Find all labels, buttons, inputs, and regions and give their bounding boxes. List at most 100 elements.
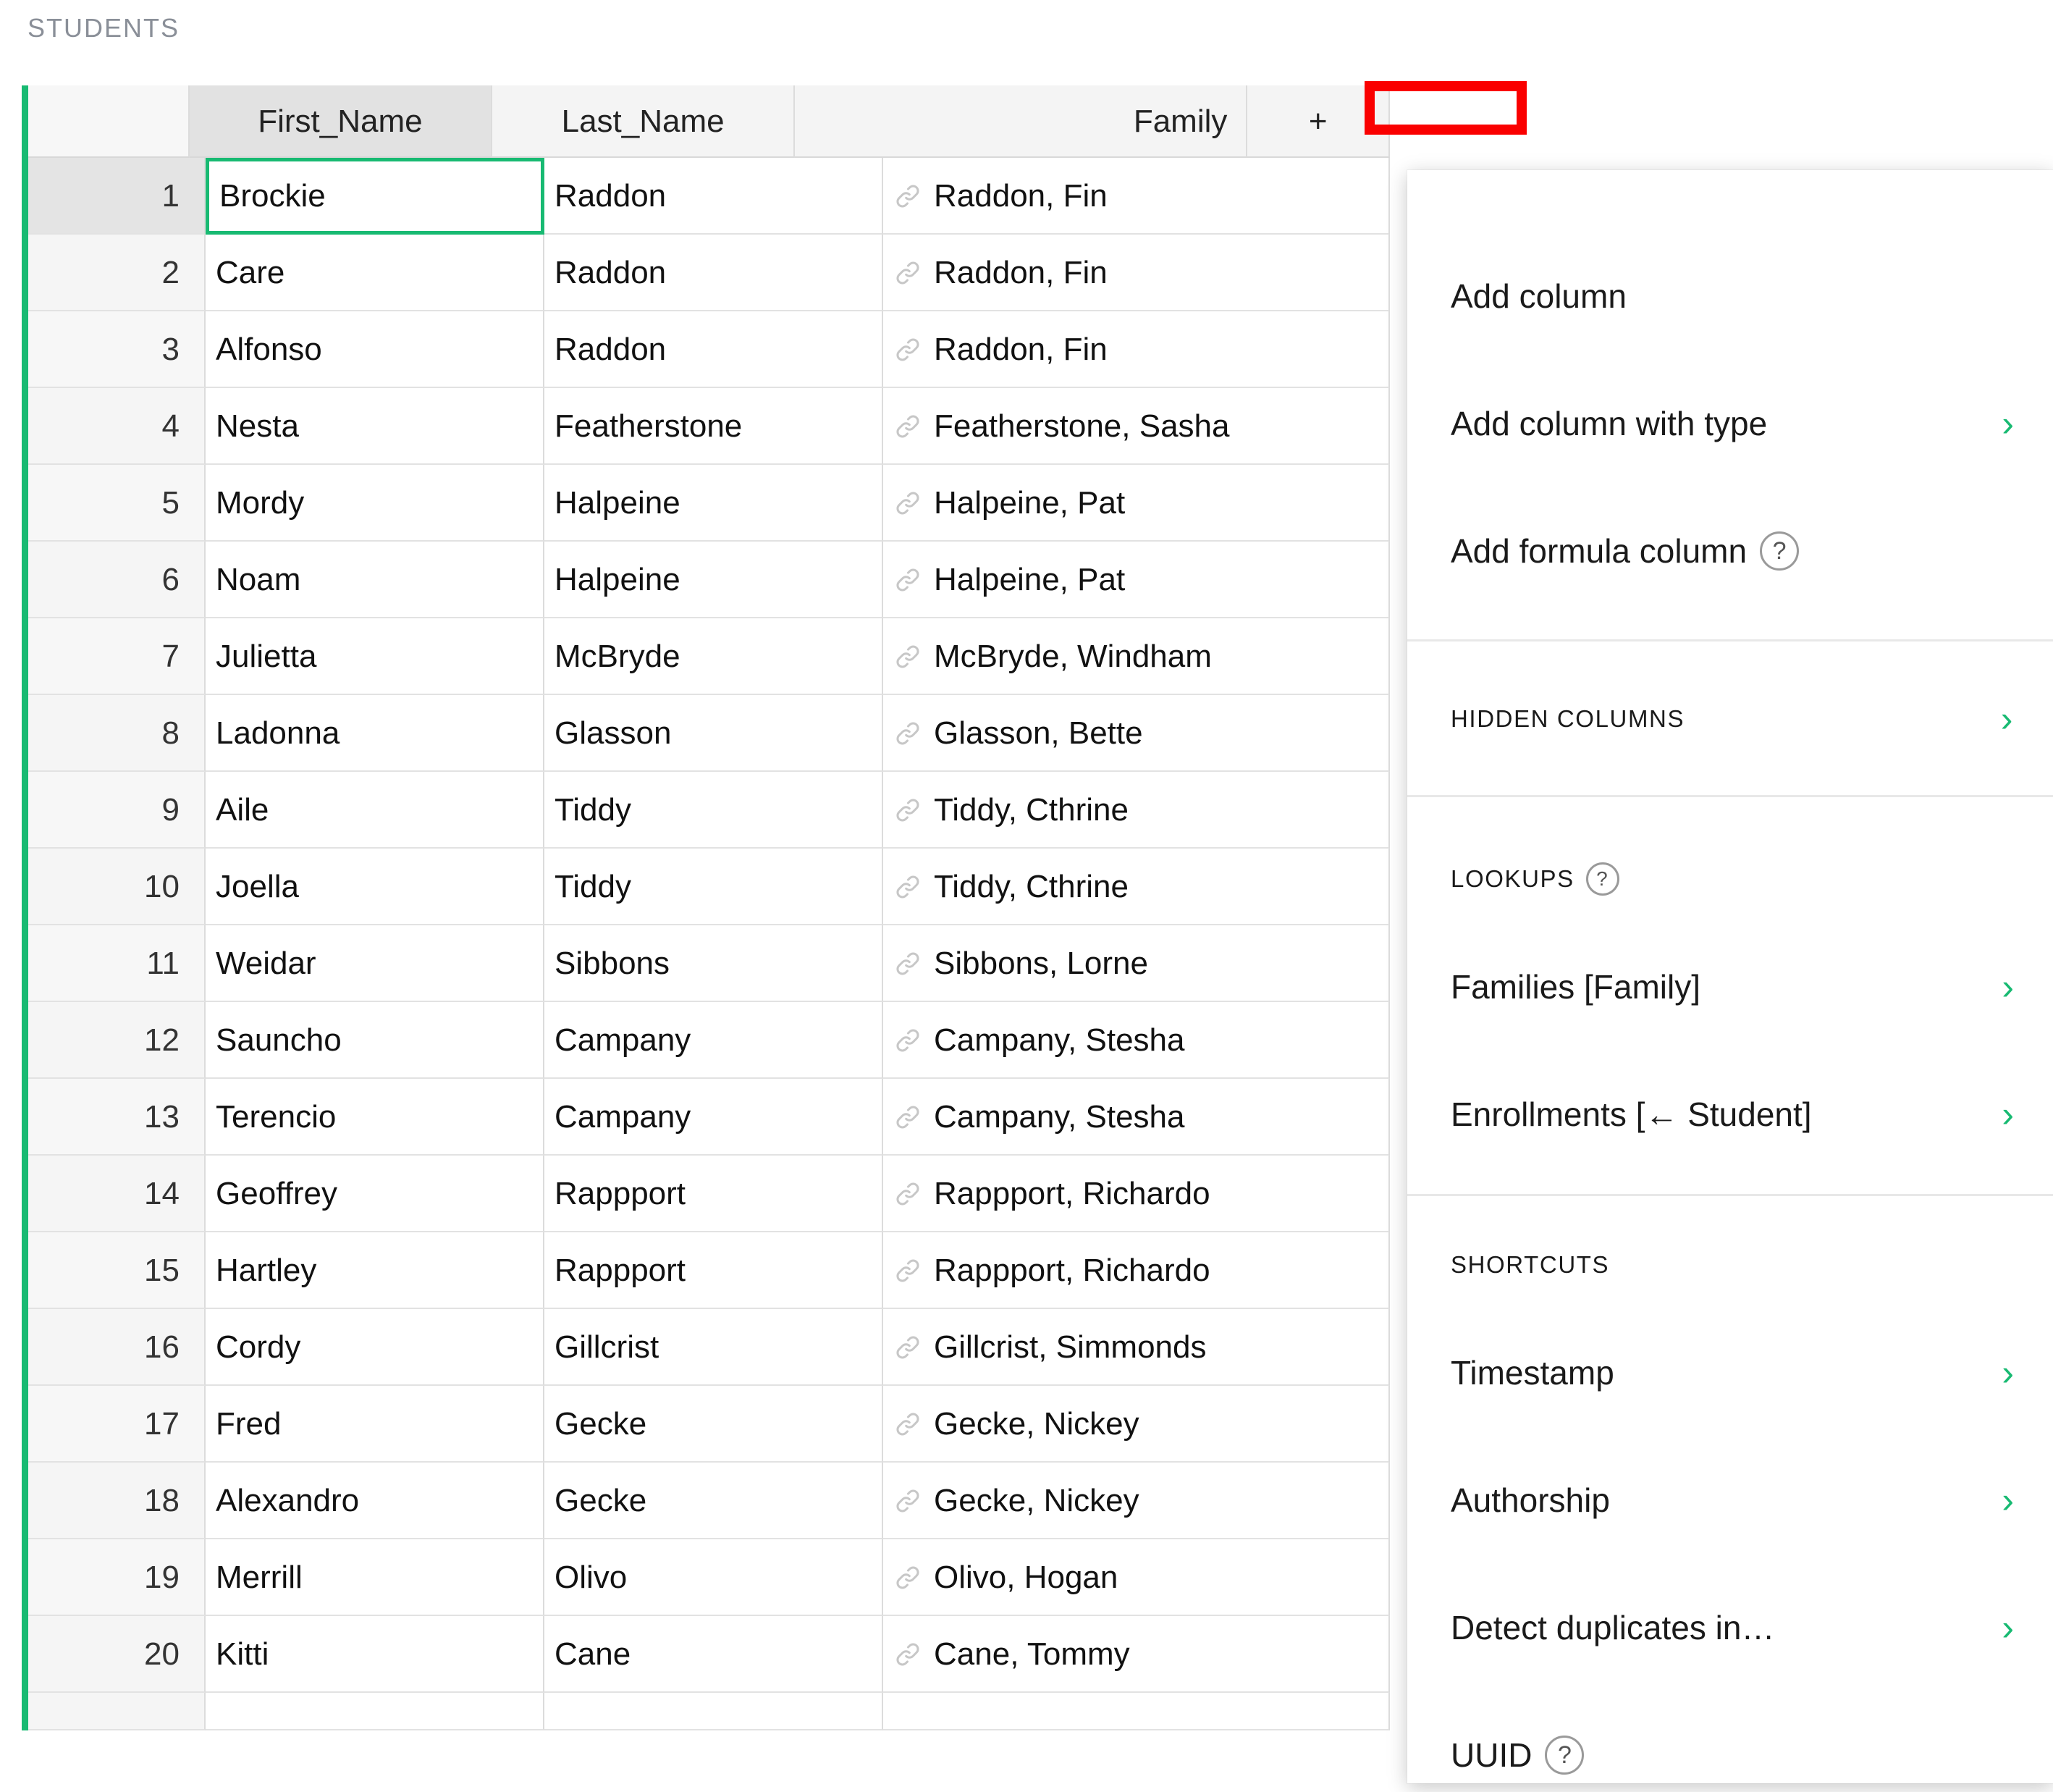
row-number[interactable]: 13 xyxy=(28,1079,206,1156)
cell-family[interactable]: Gecke, Nickey xyxy=(883,1386,1390,1463)
table-row[interactable]: 16 Cordy Gillcrist Gillcrist, Simmonds xyxy=(28,1309,1390,1386)
cell-first-name[interactable]: Alexandro xyxy=(206,1463,544,1539)
new-record-last-name[interactable] xyxy=(544,1693,883,1730)
add-column-menu[interactable]: Add column Add column with type › Add formu… xyxy=(1407,170,2053,1783)
row-number[interactable]: 9 xyxy=(28,772,206,849)
menu-item-add-formula-column[interactable]: Add formula column? xyxy=(1407,487,2053,615)
cell-first-name[interactable]: Terencio xyxy=(206,1079,544,1156)
table-row[interactable]: 13 Terencio Campany Campany, Stesha xyxy=(28,1079,1390,1156)
cell-family[interactable]: Halpeine, Pat xyxy=(883,542,1390,618)
menu-item-add-column-with-type[interactable]: Add column with type › xyxy=(1407,360,2053,487)
cell-family[interactable]: McBryde, Windham xyxy=(883,618,1390,695)
cell-family[interactable]: Olivo, Hogan xyxy=(883,1539,1390,1616)
cell-family[interactable]: Tiddy, Cthrine xyxy=(883,772,1390,849)
column-header-family[interactable]: Family xyxy=(795,85,1248,158)
table-row[interactable]: 14 Geoffrey Rappport Rappport, Richardo xyxy=(28,1156,1390,1232)
menu-item-uuid[interactable]: UUID? xyxy=(1407,1691,2053,1783)
cell-first-name[interactable]: Hartley xyxy=(206,1232,544,1309)
table-row[interactable]: 7 Julietta McBryde McBryde, Windham xyxy=(28,618,1390,695)
row-number[interactable]: 17 xyxy=(28,1386,206,1463)
cell-last-name[interactable]: Olivo xyxy=(544,1539,883,1616)
table-row[interactable]: 8 Ladonna Glasson Glasson, Bette xyxy=(28,695,1390,772)
row-number[interactable]: 4 xyxy=(28,388,206,465)
cell-last-name[interactable]: Gillcrist xyxy=(544,1309,883,1386)
table-row[interactable]: 5 Mordy Halpeine Halpeine, Pat xyxy=(28,465,1390,542)
row-number[interactable]: 2 xyxy=(28,235,206,311)
cell-last-name[interactable]: Rappport xyxy=(544,1156,883,1232)
menu-item-enrollments-student[interactable]: Enrollments [← Student] › xyxy=(1407,1051,2053,1178)
cell-first-name[interactable]: Noam xyxy=(206,542,544,618)
cell-last-name[interactable]: Rappport xyxy=(544,1232,883,1309)
cell-family[interactable]: Gillcrist, Simmonds xyxy=(883,1309,1390,1386)
table-row[interactable]: 17 Fred Gecke Gecke, Nickey xyxy=(28,1386,1390,1463)
cell-first-name[interactable]: Ladonna xyxy=(206,695,544,772)
cell-first-name[interactable]: Care xyxy=(206,235,544,311)
column-header-last-name[interactable]: Last_Name xyxy=(492,85,796,158)
cell-first-name[interactable]: Geoffrey xyxy=(206,1156,544,1232)
row-number[interactable]: 14 xyxy=(28,1156,206,1232)
cell-family[interactable]: Gecke, Nickey xyxy=(883,1463,1390,1539)
column-header-first-name[interactable]: First_Name xyxy=(189,85,493,158)
cell-last-name[interactable]: Glasson xyxy=(544,695,883,772)
cell-family[interactable]: Tiddy, Cthrine xyxy=(883,849,1390,925)
cell-first-name[interactable]: Kitti xyxy=(206,1616,544,1693)
row-number[interactable]: 11 xyxy=(28,925,206,1002)
table-row[interactable]: 1 Brockie Raddon Raddon, Fin xyxy=(28,158,1390,235)
cell-family[interactable]: Raddon, Fin xyxy=(883,311,1390,388)
cell-first-name[interactable]: Fred xyxy=(206,1386,544,1463)
cell-last-name[interactable]: Sibbons xyxy=(544,925,883,1002)
cell-last-name[interactable]: Campany xyxy=(544,1002,883,1079)
table-row[interactable]: 12 Sauncho Campany Campany, Stesha xyxy=(28,1002,1390,1079)
table-row[interactable]: 15 Hartley Rappport Rappport, Richardo xyxy=(28,1232,1390,1309)
table-row[interactable]: 2 Care Raddon Raddon, Fin xyxy=(28,235,1390,311)
row-number[interactable]: 18 xyxy=(28,1463,206,1539)
cell-first-name[interactable]: Julietta xyxy=(206,618,544,695)
menu-item-families-family[interactable]: Families [Family] › xyxy=(1407,923,2053,1051)
cell-last-name[interactable]: Gecke xyxy=(544,1386,883,1463)
row-number[interactable]: 5 xyxy=(28,465,206,542)
menu-item-add-column[interactable]: Add column xyxy=(1407,232,2053,360)
cell-first-name[interactable]: Joella xyxy=(206,849,544,925)
help-icon[interactable]: ? xyxy=(1585,862,1619,896)
table-row[interactable]: 6 Noam Halpeine Halpeine, Pat xyxy=(28,542,1390,618)
cell-last-name[interactable]: Raddon xyxy=(544,311,883,388)
menu-item-authorship[interactable]: Authorship › xyxy=(1407,1436,2053,1564)
cell-last-name[interactable]: Halpeine xyxy=(544,542,883,618)
table-row[interactable]: 20 Kitti Cane Cane, Tommy xyxy=(28,1616,1390,1693)
menu-item-lookups[interactable]: LOOKUPS? xyxy=(1407,835,2053,923)
cell-family[interactable]: Campany, Stesha xyxy=(883,1079,1390,1156)
row-number[interactable]: 7 xyxy=(28,618,206,695)
add-column-button[interactable]: + xyxy=(1247,85,1390,158)
help-icon[interactable]: ? xyxy=(1545,1736,1585,1775)
cell-last-name[interactable]: Cane xyxy=(544,1616,883,1693)
table-row[interactable]: 10 Joella Tiddy Tiddy, Cthrine xyxy=(28,849,1390,925)
cell-last-name[interactable]: Raddon xyxy=(544,235,883,311)
menu-item-detect-duplicates-in[interactable]: Detect duplicates in… › xyxy=(1407,1564,2053,1691)
cell-last-name[interactable]: Raddon xyxy=(544,158,883,235)
row-number[interactable]: 16 xyxy=(28,1309,206,1386)
row-number[interactable]: 3 xyxy=(28,311,206,388)
row-number[interactable]: 1 xyxy=(28,158,206,235)
cell-first-name[interactable]: Merrill xyxy=(206,1539,544,1616)
row-number[interactable]: 20 xyxy=(28,1616,206,1693)
row-number[interactable]: 6 xyxy=(28,542,206,618)
menu-item-shortcuts[interactable]: SHORTCUTS xyxy=(1407,1221,2053,1309)
cell-last-name[interactable]: McBryde xyxy=(544,618,883,695)
menu-item-timestamp[interactable]: Timestamp › xyxy=(1407,1309,2053,1436)
table-row[interactable]: 3 Alfonso Raddon Raddon, Fin xyxy=(28,311,1390,388)
row-number[interactable]: 10 xyxy=(28,849,206,925)
cell-first-name[interactable]: Alfonso xyxy=(206,311,544,388)
cell-family[interactable]: Cane, Tommy xyxy=(883,1616,1390,1693)
cell-family[interactable]: Campany, Stesha xyxy=(883,1002,1390,1079)
cell-family[interactable]: Featherstone, Sasha xyxy=(883,388,1390,465)
cell-first-name[interactable]: Cordy xyxy=(206,1309,544,1386)
table-row[interactable]: 18 Alexandro Gecke Gecke, Nickey xyxy=(28,1463,1390,1539)
table-row[interactable]: 9 Aile Tiddy Tiddy, Cthrine xyxy=(28,772,1390,849)
cell-family[interactable]: Rappport, Richardo xyxy=(883,1156,1390,1232)
cell-first-name[interactable]: Mordy xyxy=(206,465,544,542)
row-number[interactable]: 12 xyxy=(28,1002,206,1079)
row-number[interactable]: 19 xyxy=(28,1539,206,1616)
cell-first-name[interactable]: Aile xyxy=(206,772,544,849)
cell-last-name[interactable]: Gecke xyxy=(544,1463,883,1539)
cell-first-name[interactable]: Sauncho xyxy=(206,1002,544,1079)
